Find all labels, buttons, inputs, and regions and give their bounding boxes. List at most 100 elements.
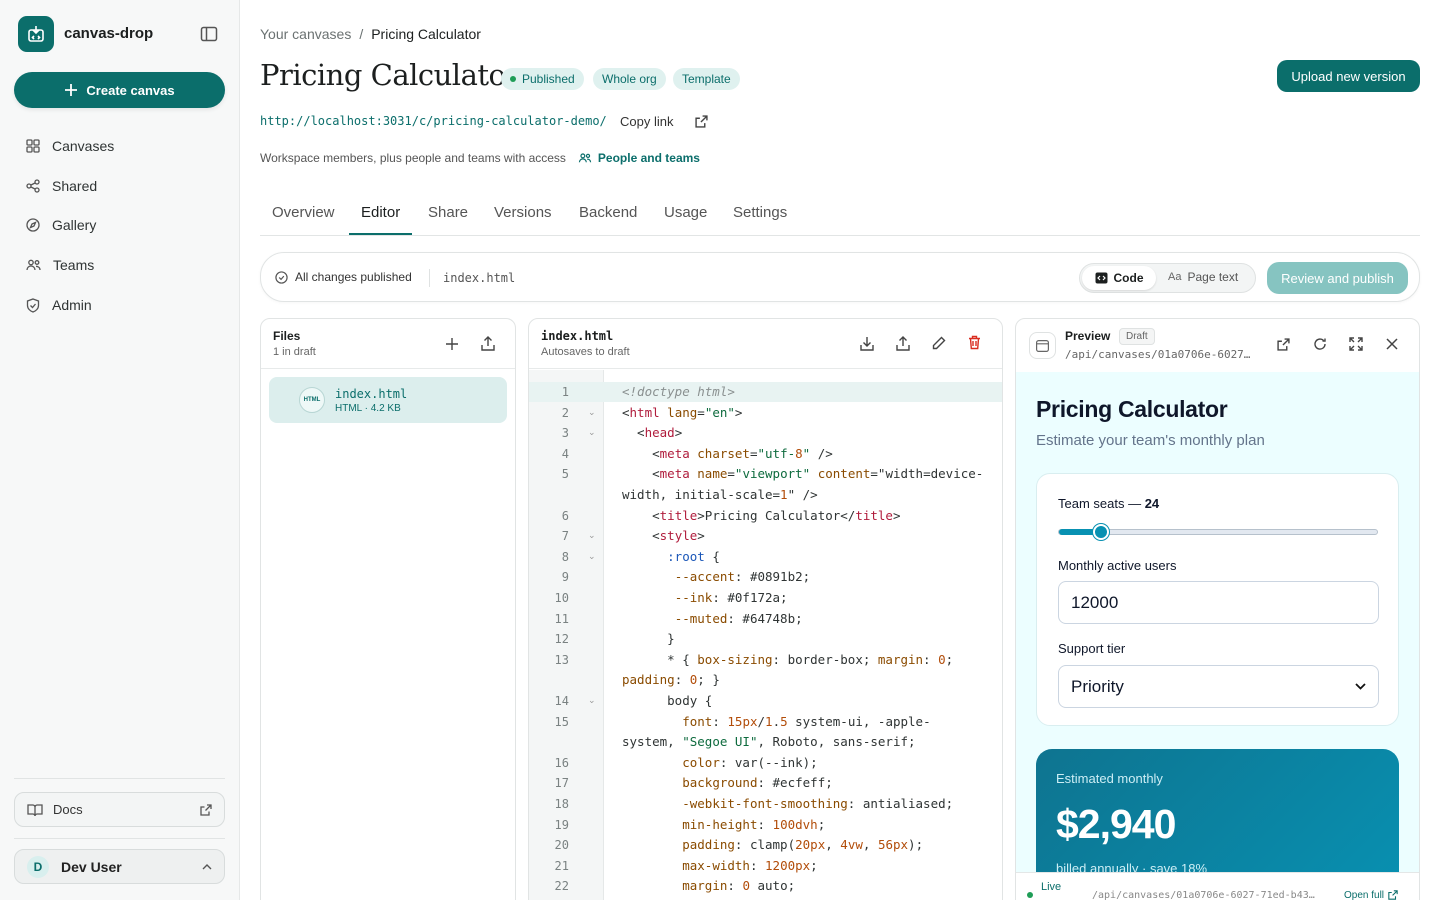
line-number: 20	[554, 838, 569, 853]
tab-overview[interactable]: Overview	[272, 204, 335, 221]
upload-new-version-button[interactable]: Upload new version	[1277, 60, 1420, 92]
fold-chevron-icon[interactable]: ⌄	[588, 551, 596, 562]
mode-code-label: Code	[1113, 271, 1144, 285]
breadcrumb-root[interactable]: Your canvases	[260, 26, 351, 42]
line-number: 12	[554, 632, 569, 647]
code-line[interactable]: 14 ⌄ body {	[529, 691, 1002, 711]
fold-chevron-icon[interactable]: ⌄	[588, 427, 596, 438]
tab-versions[interactable]: Versions	[494, 204, 552, 221]
open-external-icon[interactable]	[695, 115, 708, 128]
sidebar-item-admin[interactable]: Admin	[14, 288, 225, 322]
code-text: -webkit-font-smoothing: antialiased;	[682, 796, 954, 811]
code-line[interactable]: 21 max-width: 1200px;	[529, 856, 1002, 876]
download-icon[interactable]	[860, 336, 874, 351]
docs-link[interactable]: Docs	[14, 792, 225, 827]
team-seats-slider[interactable]	[1058, 524, 1378, 540]
code-line[interactable]: 8 ⌄ :root {	[529, 547, 1002, 567]
chevron-down-icon	[1355, 683, 1366, 690]
line-number: 16	[554, 755, 569, 770]
code-line[interactable]: width, initial-scale=1" />	[529, 485, 1002, 505]
people-icon	[26, 259, 41, 271]
tab-usage[interactable]: Usage	[664, 204, 707, 221]
code-line[interactable]: 20 padding: clamp(20px, 4vw, 56px);	[529, 835, 1002, 855]
code-line[interactable]: 19 min-height: 100dvh;	[529, 815, 1002, 835]
sidebar: canvas-drop Create canvas Canvases Share…	[0, 0, 240, 900]
people-and-teams-link[interactable]: People and teams	[578, 151, 700, 165]
code-text: <meta charset="utf-8" />	[622, 445, 833, 461]
share-icon	[26, 179, 40, 193]
line-number: 19	[554, 817, 569, 832]
code-text: color: var(--ink);	[682, 754, 818, 770]
tab-share[interactable]: Share	[428, 204, 468, 221]
open-full-link[interactable]: Open full	[1344, 890, 1398, 900]
code-line[interactable]: 4 <meta charset="utf-8" />	[529, 444, 1002, 464]
code-line[interactable]: 17 background: #ecfeff;	[529, 773, 1002, 793]
copy-link-button[interactable]: Copy link	[620, 114, 673, 129]
code-line[interactable]: 18 -webkit-font-smoothing: antialiased;	[529, 794, 1002, 814]
code-line[interactable]: 6 <title>Pricing Calculator</title>	[529, 506, 1002, 526]
delete-trash-icon[interactable]	[968, 335, 981, 350]
mau-input[interactable]: 12000	[1058, 581, 1379, 624]
code-area[interactable]: 1 <!doctype html> 2 ⌄ <html lang="en"> 3 ⌄ <he…	[529, 382, 1002, 900]
code-line[interactable]: 1 <!doctype html>	[529, 382, 1002, 402]
app-logo-icon[interactable]	[18, 16, 54, 52]
mode-code-button[interactable]: Code	[1082, 266, 1156, 290]
breadcrumb-current: Pricing Calculator	[371, 26, 481, 42]
code-line[interactable]: 12 }	[529, 629, 1002, 649]
avatar: D	[27, 855, 49, 878]
canvas-url[interactable]: http://localhost:3031/c/pricing-calculat…	[260, 114, 607, 128]
code-line[interactable]: 5 <meta name="viewport" content="width=d…	[529, 464, 1002, 484]
code-line[interactable]: 10 --ink: #0f172a;	[529, 588, 1002, 608]
fold-chevron-icon[interactable]: ⌄	[588, 407, 596, 418]
sidebar-item-canvases[interactable]: Canvases	[14, 129, 225, 163]
fold-chevron-icon[interactable]: ⌄	[588, 530, 596, 541]
upload-icon[interactable]	[896, 336, 910, 351]
code-line[interactable]: 9 --accent: #0891b2;	[529, 567, 1002, 587]
sidebar-item-teams[interactable]: Teams	[14, 248, 225, 282]
tab-settings[interactable]: Settings	[733, 204, 787, 221]
code-line[interactable]: 15 font: 15px/1.5 system-ui, -apple-	[529, 712, 1002, 732]
published-dot	[510, 76, 516, 82]
sidebar-item-gallery[interactable]: Gallery	[14, 208, 225, 242]
code-line[interactable]: 13 * { box-sizing: border-box; margin: 0…	[529, 650, 1002, 670]
code-text: padding: clamp(20px, 4vw, 56px);	[682, 837, 924, 853]
user-menu[interactable]: D Dev User	[14, 849, 225, 884]
upload-icon[interactable]	[481, 336, 495, 351]
file-item-index-html[interactable]: HTML index.html HTML · 4.2 KB	[269, 377, 507, 423]
file-name: index.html	[335, 386, 408, 401]
preview-panel-header: Preview Draft /api/canvases/01a0706e-602…	[1016, 319, 1419, 372]
close-icon[interactable]	[1386, 338, 1398, 350]
open-external-icon[interactable]	[1277, 338, 1290, 351]
line-number: 3	[561, 426, 569, 441]
sidebar-item-shared[interactable]: Shared	[14, 169, 225, 203]
code-line[interactable]: 22 margin: 0 auto;	[529, 876, 1002, 896]
line-number: 14	[554, 694, 569, 708]
code-line[interactable]: padding: 0; }	[529, 670, 1002, 690]
status-badge-whole-org: Whole org	[593, 68, 666, 90]
slider-handle[interactable]	[1092, 524, 1109, 540]
fullscreen-icon[interactable]	[1349, 337, 1363, 351]
support-tier-select[interactable]: Priority	[1058, 665, 1379, 708]
code-line[interactable]: 11 --muted: #64748b;	[529, 609, 1002, 629]
fold-chevron-icon[interactable]: ⌄	[588, 695, 596, 706]
add-file-icon[interactable]	[445, 337, 459, 351]
estimate-label: Estimated monthly	[1056, 771, 1163, 786]
refresh-icon[interactable]	[1313, 337, 1327, 351]
mau-label: Monthly active users	[1058, 558, 1177, 573]
tab-editor[interactable]: Editor	[361, 204, 400, 221]
code-text: <style>	[622, 528, 705, 544]
create-canvas-button[interactable]: Create canvas	[14, 72, 225, 108]
sidebar-toggle-icon[interactable]	[200, 26, 218, 42]
code-line[interactable]: system, "Segoe UI", Roboto, sans-serif;	[529, 732, 1002, 752]
live-label: Live	[1041, 881, 1062, 893]
tab-backend[interactable]: Backend	[579, 204, 637, 221]
review-and-publish-button[interactable]: Review and publish	[1267, 262, 1408, 294]
code-line[interactable]: 7 ⌄ <style>	[529, 526, 1002, 546]
code-line[interactable]: 2 ⌄ <html lang="en">	[529, 403, 1002, 423]
code-line[interactable]: 16 color: var(--ink);	[529, 753, 1002, 773]
team-seats-label: Team seats — 24	[1058, 496, 1159, 511]
mode-page-text-button[interactable]: Aa Page text	[1168, 270, 1238, 284]
rename-pencil-icon[interactable]	[932, 336, 946, 350]
html-file-icon: HTML	[299, 387, 325, 413]
code-line[interactable]: 3 ⌄ <head>	[529, 423, 1002, 443]
